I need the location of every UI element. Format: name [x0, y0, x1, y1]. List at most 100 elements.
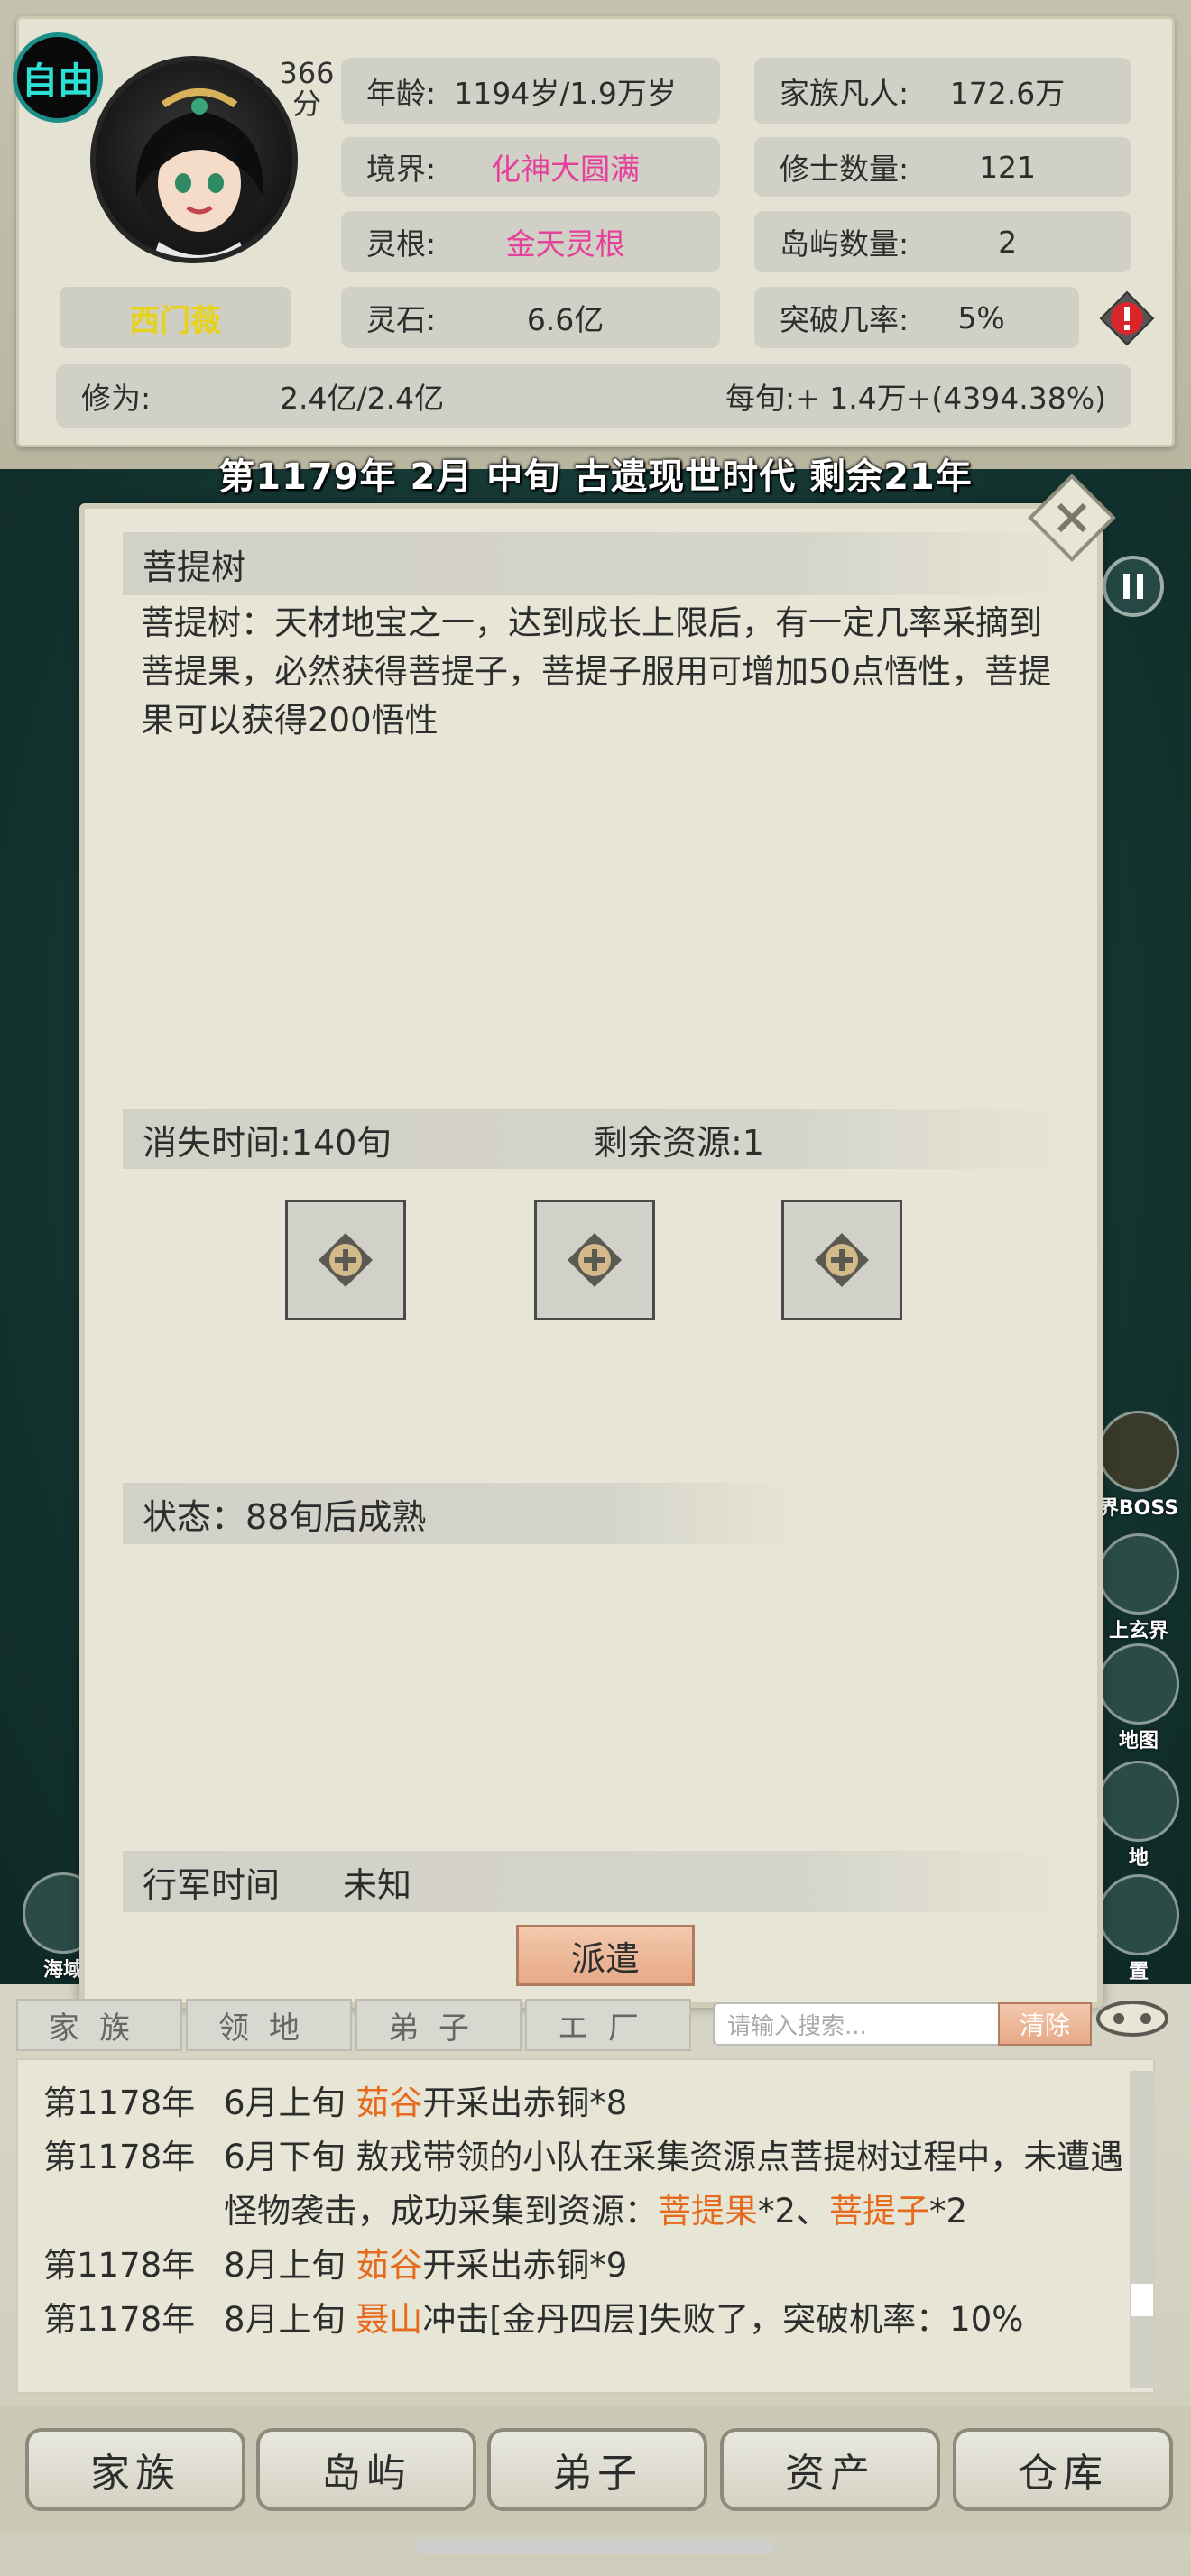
log-entry: 第1178年 6月上旬 茹谷开采出赤铜*8 — [18, 2076, 1153, 2130]
add-slot-icon — [568, 1233, 622, 1287]
realm-label: 境界: — [366, 152, 437, 187]
log-seg: 8月上旬 — [224, 2300, 356, 2339]
march-time-value: 未知 — [343, 1864, 412, 1905]
cultivators-row: 修士数量: 121 — [754, 137, 1131, 197]
event-log[interactable]: 第1178年 6月上旬 茹谷开采出赤铜*8 第1178年 6月下旬 敖戎带领的小… — [16, 2058, 1155, 2394]
side-button-map[interactable]: 地图 — [1092, 1643, 1186, 1753]
free-mode-badge[interactable]: 自由 — [13, 32, 103, 123]
game-date-bar: 第1179年 2月 中旬 古遗现世时代 剩余21年 — [218, 456, 973, 498]
cultivation-label: 修为: — [81, 381, 152, 416]
log-highlight: 聂山 — [355, 2300, 423, 2339]
home-indicator[interactable] — [417, 2540, 774, 2554]
log-seg: *2、 — [758, 2192, 830, 2231]
march-time-label: 行军时间 — [143, 1864, 281, 1905]
log-highlight: 菩提子 — [829, 2192, 930, 2231]
map-pin-icon — [1098, 1643, 1179, 1725]
mortals-label: 家族凡人: — [780, 76, 909, 111]
cloud-icon — [1096, 2001, 1168, 2037]
breakthrough-value: 5% — [957, 299, 1005, 336]
team-slot-2[interactable] — [534, 1200, 655, 1320]
log-highlight: 菩提果 — [658, 2192, 758, 2231]
log-entry-date: 第1178年 — [43, 2246, 196, 2285]
team-slot-1[interactable] — [285, 1200, 406, 1320]
log-entry-date: 第1178年 — [43, 2138, 196, 2176]
log-search-input[interactable]: 请输入搜索... — [713, 2002, 1005, 2046]
nav-disciples-button[interactable]: 弟子 — [487, 2428, 707, 2511]
log-tab-territory[interactable]: 领地 — [186, 1999, 352, 2051]
resource-info-bar: 消失时间:140旬 剩余资源:1 — [123, 1109, 1079, 1169]
score-unit: 分 — [291, 87, 321, 121]
pause-icon — [1123, 574, 1143, 599]
remaining-resources: 剩余资源:1 — [594, 1122, 764, 1163]
log-tab-family[interactable]: 家族 — [16, 1999, 182, 2051]
per-xun-value: 每旬:+ 1.4万+(4394.38%) — [725, 381, 1106, 416]
realm-row: 境界: 化神大圆满 — [341, 137, 720, 197]
cultivators-label: 修士数量: — [780, 152, 909, 187]
log-tabs: 家族 领地 弟子 エ厂 请输入搜索... 清除 — [16, 1999, 1175, 2051]
log-seg: 8月上旬 — [224, 2246, 356, 2285]
character-name-button[interactable]: 西门薇 — [60, 287, 291, 348]
log-seg: 6月上旬 — [224, 2084, 356, 2122]
nav-family-button[interactable]: 家族 — [25, 2428, 245, 2511]
mortals-value: 172.6万 — [949, 76, 1066, 111]
spirit-stones-value: 6.6亿 — [526, 302, 605, 337]
log-highlight: 茹谷 — [355, 2246, 423, 2285]
breakthrough-alert-icon[interactable] — [1099, 290, 1155, 346]
islands-label: 岛屿数量: — [780, 226, 909, 262]
log-entry-text: 8月上旬 茹谷开采出赤铜*9 — [224, 2239, 1153, 2293]
breakthrough-label: 突破几率: — [780, 302, 909, 337]
log-seg: 开采出赤铜*8 — [422, 2084, 628, 2122]
score-value: 366 — [279, 56, 335, 90]
log-entry-date: 第1178年 — [43, 2300, 196, 2339]
add-slot-icon — [319, 1233, 373, 1287]
log-entry: 第1178年 8月上旬 茹谷开采出赤铜*9 — [18, 2239, 1153, 2293]
log-entry-date: 第1178年 — [43, 2084, 196, 2122]
status-bar: 状态：88旬后成熟 — [123, 1483, 808, 1544]
age-label: 年龄: — [366, 76, 437, 111]
log-entry: 第1178年 6月下旬 敖戎带领的小队在采集资源点菩提树过程中，未遭遇怪物袭击，… — [18, 2130, 1153, 2239]
spirit-root-row: 灵根: 金天灵根 — [341, 211, 720, 272]
log-entry-text: 8月上旬 聂山冲击[金丹四层]失败了，突破机率：10% — [224, 2293, 1153, 2347]
score-display: 366 分 — [271, 58, 343, 119]
side-button-boss[interactable]: 界BOSS — [1092, 1411, 1186, 1520]
log-seg: 冲击[金丹四层]失败了，突破机率：10% — [422, 2300, 1024, 2339]
log-tab-factory[interactable]: エ厂 — [525, 1999, 691, 2051]
islands-value: 2 — [998, 224, 1018, 260]
cultivation-row: 修为: 2.4亿/2.4亿 每旬:+ 1.4万+(4394.38%) — [56, 364, 1131, 428]
spirit-stones-label: 灵石: — [366, 302, 437, 337]
team-slot-3[interactable] — [781, 1200, 902, 1320]
nav-warehouse-button[interactable]: 仓库 — [953, 2428, 1173, 2511]
pause-button[interactable] — [1103, 556, 1164, 617]
islands-row: 岛屿数量: 2 — [754, 211, 1131, 272]
side-button-land[interactable]: 地 — [1092, 1761, 1186, 1870]
side-label-upper-realm: 上玄界 — [1108, 1620, 1168, 1642]
cultivation-value: 2.4亿/2.4亿 — [280, 381, 445, 416]
log-highlight: 茹谷 — [355, 2084, 423, 2122]
log-clear-button[interactable]: 清除 — [998, 2002, 1092, 2046]
log-scrollbar[interactable] — [1130, 2071, 1155, 2388]
mortals-row: 家族凡人: 172.6万 — [754, 58, 1131, 124]
cultivators-value: 121 — [979, 149, 1037, 185]
log-seg: *2 — [929, 2192, 968, 2231]
log-tab-disciples[interactable]: 弟子 — [355, 1999, 522, 2051]
side-label-land: 地 — [1128, 1847, 1149, 1870]
spirit-root-value: 金天灵根 — [505, 226, 625, 262]
log-scroll-thumb[interactable] — [1131, 2284, 1153, 2316]
side-button-settings[interactable]: 置 — [1092, 1874, 1186, 1983]
spirit-stones-row: 灵石: 6.6亿 — [341, 287, 720, 348]
side-label-boss: 界BOSS — [1098, 1497, 1179, 1520]
modal-title: 菩提树 — [123, 532, 1079, 595]
realm-value: 化神大圆满 — [491, 152, 641, 187]
log-entry-text: 6月上旬 茹谷开采出赤铜*8 — [224, 2076, 1153, 2130]
spirit-root-label: 灵根: — [366, 226, 437, 262]
log-entry: 第1178年 8月上旬 聂山冲击[金丹四层]失败了，突破机率：10% — [18, 2293, 1153, 2347]
dispatch-button[interactable]: 派遣 — [516, 1925, 695, 1986]
log-seg: 开采出赤铜*9 — [422, 2246, 628, 2285]
modal-description: 菩提树：天材地宝之一，达到成长上限后，有一定几率采摘到菩提果，必然获得菩提子，菩… — [141, 603, 1052, 740]
chat-toggle-button[interactable] — [1094, 1992, 1171, 2040]
character-avatar[interactable] — [90, 56, 298, 263]
nav-islands-button[interactable]: 岛屿 — [256, 2428, 476, 2511]
side-button-upper-realm[interactable]: 上玄界 — [1092, 1533, 1186, 1642]
nav-assets-button[interactable]: 资产 — [720, 2428, 940, 2511]
island-icon — [1098, 1761, 1179, 1842]
